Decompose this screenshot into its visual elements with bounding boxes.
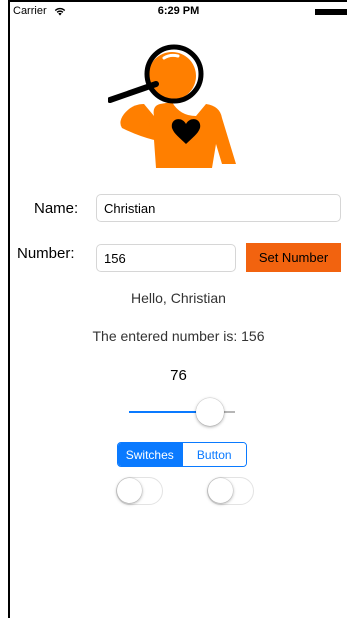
switch-right[interactable] [207,477,254,505]
segment-button[interactable]: Button [181,443,246,466]
segmented-control: Switches Button [117,442,247,467]
number-label: Number: [17,245,75,262]
slider-value-label: 76 [170,367,187,384]
switch-left[interactable] [116,477,163,505]
greeting-label: Hello, Christian [131,290,226,306]
detective-illustration [108,44,236,168]
battery-icon [315,9,347,15]
switch-right-knob [208,478,233,503]
value-slider[interactable] [129,397,235,427]
status-bar: Carrier 6:29 PM [10,2,347,20]
name-label: Name: [34,200,79,217]
set-number-button[interactable]: Set Number [246,243,341,272]
clock: 6:29 PM [157,5,200,17]
name-field[interactable] [96,194,341,222]
number-field[interactable] [96,244,236,272]
switch-left-knob [117,478,142,503]
segment-switches[interactable]: Switches [118,443,182,466]
frame-left-border [8,0,10,618]
slider-thumb[interactable] [196,398,224,426]
entered-number-label: The entered number is: 156 [92,328,265,344]
